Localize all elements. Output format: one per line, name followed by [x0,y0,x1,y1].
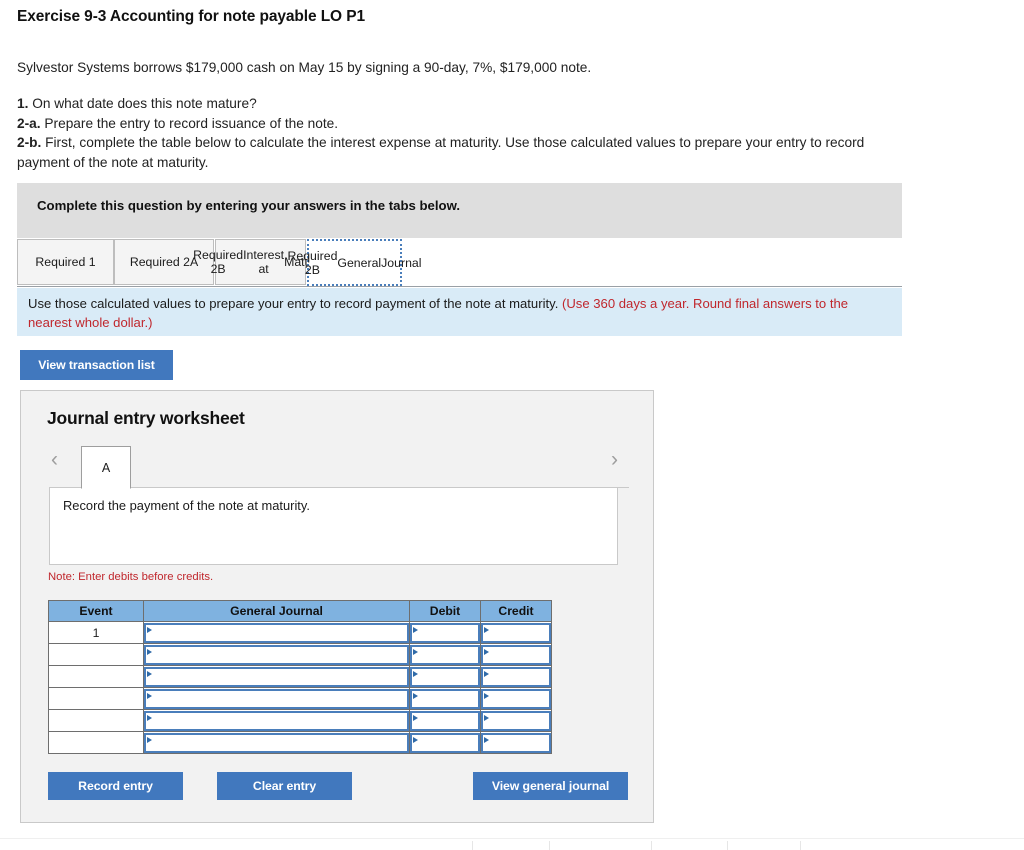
table-row [48,643,552,666]
credit-input-5[interactable] [481,710,551,731]
cell-debit-4[interactable] [409,687,481,710]
table-row [48,731,552,754]
general-journal-input-5[interactable] [144,710,409,731]
cell-general-journal-1[interactable] [143,621,410,644]
cell-event-6 [48,731,144,754]
record-entry-button[interactable]: Record entry [48,772,183,800]
credit-input-1[interactable] [481,622,551,643]
cell-debit-5[interactable] [409,709,481,732]
cell-general-journal-4[interactable] [143,687,410,710]
chevron-left-icon[interactable]: ‹ [51,449,58,470]
tab-required-2b-journal-line3: Journal [381,255,422,270]
tab-required-1[interactable]: Required 1 [17,239,114,285]
credit-input-2[interactable] [481,644,551,665]
worksheet-entry-tab-a[interactable]: A [81,446,131,489]
journal-entry-table: Event General Journal Debit Credit 1 [48,600,552,754]
problem-statement: Sylvestor Systems borrows $179,000 cash … [17,60,592,75]
view-transaction-list-button[interactable]: View transaction list [20,350,173,380]
strip-divider [800,841,801,850]
requirement-1-text: On what date does this note mature? [28,96,257,111]
requirement-2a: 2-a. Prepare the entry to record issuanc… [17,114,917,134]
tab-required-2b-interest-line2: Interest at [243,248,285,276]
cell-event-1: 1 [48,621,144,644]
clear-entry-button[interactable]: Clear entry [217,772,352,800]
debit-input-6[interactable] [410,732,480,753]
cell-credit-5[interactable] [480,709,552,732]
column-header-general-journal: General Journal [143,600,410,622]
strip-divider [727,841,728,850]
page-title: Exercise 9-3 Accounting for note payable… [17,8,365,25]
table-row: 1 [48,621,552,644]
general-journal-input-1[interactable] [144,622,409,643]
chevron-right-icon[interactable]: › [611,449,618,470]
tab-required-2b-general-journal[interactable]: Required 2B General Journal [288,239,422,286]
question-tabs: Required 1 Required 2A Required 2B Inter… [17,239,902,287]
credit-input-6[interactable] [481,732,551,753]
cell-debit-1[interactable] [409,621,481,644]
cell-credit-6[interactable] [480,731,552,754]
strip-divider [472,841,473,850]
debit-input-4[interactable] [410,688,480,709]
instruction-banner: Complete this question by entering your … [17,183,902,238]
cell-credit-2[interactable] [480,643,552,666]
table-row [48,709,552,732]
strip-divider [549,841,550,850]
debit-input-3[interactable] [410,666,480,687]
worksheet-title: Journal entry worksheet [47,408,245,428]
worksheet-description-text: Record the payment of the note at maturi… [63,498,310,513]
credit-input-4[interactable] [481,688,551,709]
cell-debit-6[interactable] [409,731,481,754]
debit-input-2[interactable] [410,644,480,665]
journal-entry-worksheet-panel: Journal entry worksheet ‹ A › Record the… [20,390,654,823]
strip-divider [651,841,652,850]
requirement-2b: 2-b. First, complete the table below to … [17,133,917,172]
cell-general-journal-2[interactable] [143,643,410,666]
general-journal-input-6[interactable] [144,732,409,753]
requirement-2b-label: 2-b. [17,135,42,150]
cell-debit-2[interactable] [409,643,481,666]
general-journal-input-4[interactable] [144,688,409,709]
cell-general-journal-5[interactable] [143,709,410,732]
worksheet-tab-row: ‹ A › [49,446,629,489]
exercise-page: Exercise 9-3 Accounting for note payable… [0,0,1024,850]
cell-general-journal-3[interactable] [143,665,410,688]
page-bottom-strip [0,838,1024,850]
column-header-event: Event [48,600,144,622]
worksheet-description-box: Record the payment of the note at maturi… [49,487,618,565]
cell-event-2 [48,643,144,666]
general-journal-input-3[interactable] [144,666,409,687]
tab-required-2b-journal-line1: Required 2B [287,248,338,277]
requirement-1: 1. On what date does this note mature? [17,94,917,114]
requirement-2a-label: 2-a. [17,115,41,131]
instruction-banner-text: Complete this question by entering your … [37,198,461,213]
column-header-debit: Debit [409,600,481,622]
cell-event-5 [48,709,144,732]
view-general-journal-button[interactable]: View general journal [473,772,628,800]
cell-credit-1[interactable] [480,621,552,644]
table-row [48,665,552,688]
debit-input-1[interactable] [410,622,480,643]
tab-required-2b-interest-line1: Required 2B [193,248,244,276]
column-header-credit: Credit [480,600,552,622]
table-header-row: Event General Journal Debit Credit [48,600,552,622]
credit-input-3[interactable] [481,666,551,687]
info-banner-text: Use those calculated values to prepare y… [28,296,562,311]
debit-input-5[interactable] [410,710,480,731]
cell-credit-3[interactable] [480,665,552,688]
cell-debit-3[interactable] [409,665,481,688]
cell-credit-4[interactable] [480,687,552,710]
cell-event-4 [48,687,144,710]
requirement-2a-text: Prepare the entry to record issuance of … [40,115,339,131]
cell-general-journal-6[interactable] [143,731,410,754]
info-banner: Use those calculated values to prepare y… [17,288,902,336]
requirement-2b-text: First, complete the table below to calcu… [17,135,865,170]
cell-event-3 [48,665,144,688]
requirements-list: 1. On what date does this note mature? 2… [17,94,917,172]
tab-required-2b-journal-line2: General [337,255,382,270]
requirement-1-label: 1. [17,96,29,111]
general-journal-input-2[interactable] [144,644,409,665]
table-row [48,687,552,710]
debits-before-credits-note: Note: Enter debits before credits. [48,571,214,583]
